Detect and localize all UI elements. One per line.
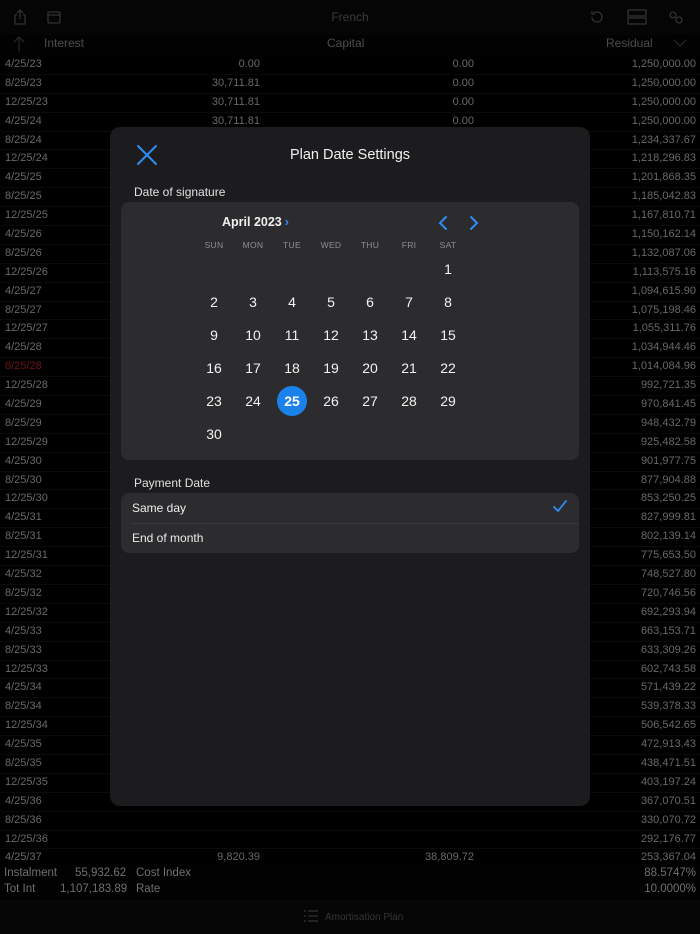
payment-option-same-day[interactable]: Same day xyxy=(121,493,579,524)
calendar-day[interactable]: 21 xyxy=(394,353,424,383)
chevron-right-icon: › xyxy=(284,215,289,229)
calendar-day[interactable]: 12 xyxy=(316,320,346,350)
calendar-day[interactable]: 22 xyxy=(433,353,463,383)
calendar-day[interactable]: 19 xyxy=(316,353,346,383)
calendar-day[interactable]: 17 xyxy=(238,353,268,383)
option-label: End of month xyxy=(132,531,204,545)
calendar-day[interactable]: 1 xyxy=(433,254,463,284)
calendar-day[interactable]: 2 xyxy=(199,287,229,317)
calendar-day[interactable]: 23 xyxy=(199,386,229,416)
payment-date-options: Same day End of month xyxy=(121,493,579,553)
weekday-header: SAT xyxy=(439,240,457,250)
calendar-day[interactable]: 26 xyxy=(316,386,346,416)
calendar-day[interactable]: 30 xyxy=(199,419,229,449)
calendar-day[interactable]: 20 xyxy=(355,353,385,383)
chevron-right-icon xyxy=(470,216,479,230)
calendar-day[interactable]: 16 xyxy=(199,353,229,383)
checkmark-icon xyxy=(553,500,567,513)
calendar-day[interactable]: 3 xyxy=(238,287,268,317)
calendar-day[interactable]: 13 xyxy=(355,320,385,350)
dialog-title: Plan Date Settings xyxy=(289,147,411,163)
calendar-day[interactable]: 9 xyxy=(199,320,229,350)
month-year-selector[interactable]: April 2023 › xyxy=(222,215,289,229)
month-label: April 2023 xyxy=(222,215,282,229)
weekday-header: WED xyxy=(320,240,342,250)
calendar-day[interactable]: 18 xyxy=(277,353,307,383)
chevron-left-icon xyxy=(438,216,447,230)
weekday-header: THU xyxy=(360,240,380,250)
date-picker: April 2023 › SUN MON TUE WED THU FRI SAT 1 2 3 4 5 6 7… xyxy=(121,202,579,460)
weekday-header: MON xyxy=(242,240,264,250)
option-label: Same day xyxy=(132,501,187,515)
calendar-day[interactable]: 27 xyxy=(355,386,385,416)
calendar-day[interactable]: 14 xyxy=(394,320,424,350)
calendar-day[interactable]: 8 xyxy=(433,287,463,317)
weekday-header: FRI xyxy=(401,240,417,250)
weekday-header: SUN xyxy=(204,240,224,250)
weekday-header: TUE xyxy=(283,240,301,250)
calendar-day[interactable]: 4 xyxy=(277,287,307,317)
calendar-day[interactable]: 24 xyxy=(238,386,268,416)
calendar-day[interactable]: 28 xyxy=(394,386,424,416)
next-month-button[interactable] xyxy=(464,213,484,233)
signature-date-label: Date of signature xyxy=(134,185,226,199)
calendar-day[interactable]: 6 xyxy=(355,287,385,317)
payment-date-label: Payment Date xyxy=(134,476,211,490)
plan-date-settings-dialog: Plan Date Settings Date of signature Apr… xyxy=(110,127,590,806)
calendar-day[interactable]: 11 xyxy=(277,320,307,350)
calendar-day[interactable]: 7 xyxy=(394,287,424,317)
payment-option-end-of-month[interactable]: End of month xyxy=(121,523,579,553)
previous-month-button[interactable] xyxy=(433,213,453,233)
calendar-day-selected[interactable]: 25 xyxy=(277,386,307,416)
calendar-day[interactable]: 15 xyxy=(433,320,463,350)
calendar-day[interactable]: 5 xyxy=(316,287,346,317)
calendar-day[interactable]: 29 xyxy=(433,386,463,416)
calendar-day[interactable]: 10 xyxy=(238,320,268,350)
